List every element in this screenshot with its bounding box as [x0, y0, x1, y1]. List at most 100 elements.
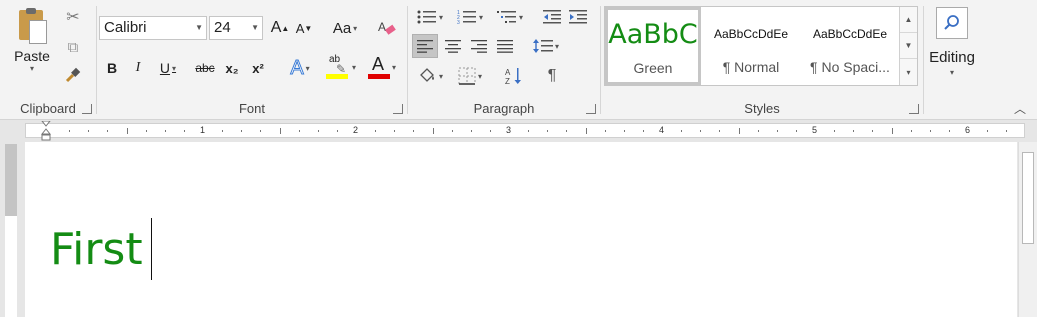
align-center-button[interactable] [440, 34, 466, 58]
show-formatting-marks-button[interactable]: ¶ [540, 64, 564, 88]
ruler-tick [260, 130, 262, 132]
strikethrough-button[interactable]: abc [193, 56, 217, 80]
paste-label: Paste [14, 47, 50, 64]
chevron-down-icon: ▾ [29, 63, 34, 73]
vertical-scrollbar[interactable] [1018, 142, 1037, 317]
editing-label: Editing [929, 49, 975, 66]
copy-button[interactable]: ⧉ [62, 36, 84, 58]
highlighter-icon: ab ✎ [325, 54, 350, 80]
subscript-button[interactable]: x₂ [221, 56, 243, 80]
ruler-tick [642, 130, 644, 132]
text-cursor [151, 218, 152, 280]
numbering-button[interactable]: 1 2 3 ▾ [452, 6, 488, 28]
paste-icon [15, 7, 49, 46]
document-text[interactable]: First [50, 224, 143, 275]
ruler-tick [910, 130, 912, 132]
ruler-tick [336, 130, 338, 132]
font-name-field[interactable]: Calibri ▼ [99, 16, 207, 40]
font-color-button[interactable]: A ▾ [363, 52, 401, 82]
clipboard-launcher[interactable] [82, 104, 92, 114]
ribbon: Paste ▾ ✂ ⧉ Clipboard Calibri ▼ 24 ▼ A ▲ … [0, 0, 1037, 120]
format-painter-button[interactable] [62, 64, 84, 86]
eraser-icon: A [378, 20, 396, 35]
italic-button[interactable]: I [127, 56, 149, 80]
vertical-ruler [5, 144, 17, 317]
editing-button[interactable]: Editing ▾ [927, 4, 977, 88]
ruler-tick [375, 130, 377, 132]
ruler-tick [317, 130, 319, 132]
strikethrough-label: abc [195, 61, 215, 75]
chevron-up-icon: ︿ [1013, 101, 1026, 116]
font-launcher[interactable] [393, 104, 403, 114]
editing-group: Editing ▾ [924, 0, 980, 120]
ruler-tick [795, 130, 797, 132]
decrease-indent-button[interactable] [540, 6, 564, 28]
font-size-value: 24 [214, 19, 231, 36]
highlight-color-button[interactable]: ab ✎ ▾ [321, 52, 361, 82]
paragraph-launcher[interactable] [586, 104, 596, 114]
increase-indent-button[interactable] [566, 6, 590, 28]
align-center-icon [445, 40, 461, 53]
ruler-tick [757, 130, 759, 132]
scissors-icon: ✂ [66, 9, 80, 26]
svg-text:A: A [505, 68, 511, 77]
shrink-font-button[interactable]: A ▼ [293, 16, 315, 40]
search-icon [936, 7, 968, 39]
paste-button[interactable]: Paste ▾ [6, 4, 58, 76]
brush-icon [65, 67, 81, 83]
borders-button[interactable]: ▾ [452, 64, 488, 88]
cut-button[interactable]: ✂ [62, 6, 84, 28]
underline-button[interactable]: U ▾ [153, 56, 183, 80]
ruler-tick [88, 130, 90, 132]
ruler-tick [145, 130, 147, 132]
horizontal-ruler[interactable]: 1 2 3 4 5 6 [25, 121, 1025, 141]
ruler-tick [738, 128, 740, 134]
line-spacing-button[interactable]: ▾ [528, 34, 564, 58]
font-color-icon: A [367, 54, 390, 80]
multilevel-list-icon [496, 11, 516, 23]
paragraph-group-label: Paragraph [473, 101, 535, 116]
ruler-tick [681, 130, 683, 132]
ruler-tick [241, 130, 243, 132]
ruler-tick [987, 130, 989, 132]
text-effects-button[interactable]: A ▾ [283, 56, 317, 80]
paragraph-group: ▾ 1 2 3 ▾ ▾ ▾ ▾ ▾ A Z ¶ Paragraph [408, 0, 600, 120]
justify-button[interactable] [492, 34, 518, 58]
bullets-button[interactable]: ▾ [412, 6, 448, 28]
align-right-button[interactable] [466, 34, 492, 58]
bold-button[interactable]: B [101, 56, 123, 80]
chevron-down-icon: ▼ [195, 23, 203, 32]
grow-font-button[interactable]: A ▲ [269, 16, 291, 40]
numbered-list-icon: 123 [457, 10, 476, 25]
styles-launcher[interactable] [909, 104, 919, 114]
ruler-number: 4 [659, 125, 665, 135]
font-size-field[interactable]: 24 ▼ [209, 16, 263, 40]
ruler-number: 6 [965, 125, 971, 135]
ruler-tick [107, 130, 109, 132]
clear-formatting-button[interactable]: A [375, 16, 399, 40]
align-left-button[interactable] [412, 34, 438, 58]
chevron-down-icon: ▼ [251, 23, 259, 32]
borders-icon [458, 67, 476, 85]
document-page[interactable]: First [25, 142, 1017, 317]
ruler-tick [489, 130, 491, 132]
indent-marker[interactable] [41, 121, 51, 141]
ruler-tick [834, 130, 836, 132]
change-case-button[interactable]: Aa ▾ [327, 16, 363, 40]
ruler-tick [164, 130, 166, 132]
scrollbar-thumb[interactable] [1022, 152, 1034, 244]
shading-button[interactable]: ▾ [412, 64, 448, 88]
superscript-button[interactable]: x² [247, 56, 269, 80]
svg-text:3: 3 [457, 20, 460, 25]
svg-text:A: A [378, 20, 386, 34]
ruler-tick [222, 130, 224, 132]
font-group-label: Font [238, 101, 265, 116]
outdent-icon [543, 10, 561, 24]
multilevel-list-button[interactable]: ▾ [492, 6, 528, 28]
align-right-icon [471, 40, 487, 53]
collapse-ribbon-button[interactable]: ︿ [1010, 100, 1030, 116]
font-group: Calibri ▼ 24 ▼ A ▲ A ▼ Aa ▾ A B I U ▾ abc [97, 0, 407, 120]
ruler-tick [566, 130, 568, 132]
align-left-icon [417, 40, 433, 53]
sort-button[interactable]: AZ [502, 64, 526, 88]
